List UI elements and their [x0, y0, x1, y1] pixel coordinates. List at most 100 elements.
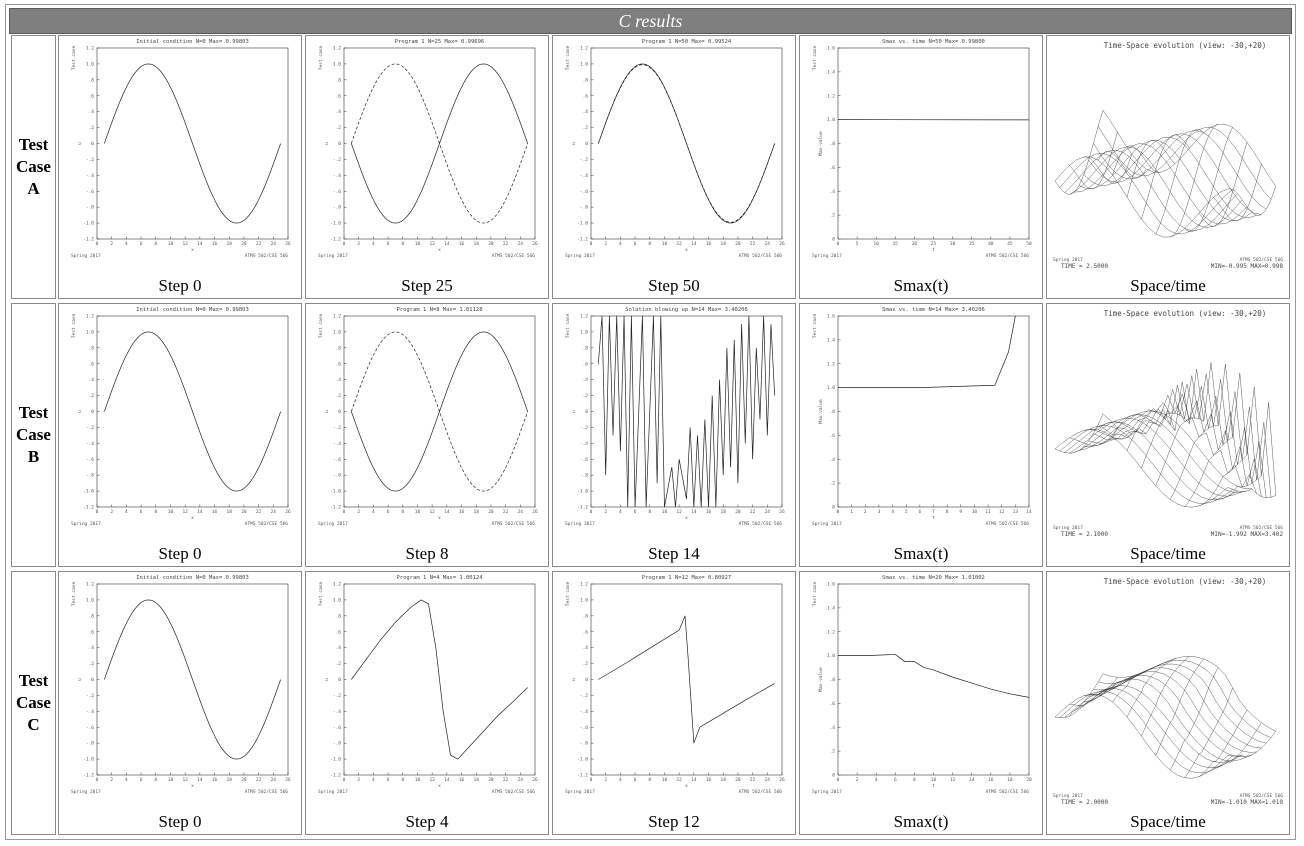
- plot-title: Program 1 N=8 Max= 1.01128: [396, 307, 482, 313]
- x-tick-label: 5: [905, 509, 908, 515]
- y-tick-label: .4: [89, 109, 95, 115]
- surface-space-line: [1155, 417, 1204, 486]
- y-tick-label: -1.0: [83, 757, 94, 763]
- y-axis-label: u: [325, 410, 330, 413]
- plot-title: Time-Space evolution (view: -30,+20): [1104, 41, 1267, 50]
- x-tick-label: 16: [212, 241, 218, 247]
- plot-caption: Step 50: [648, 276, 700, 295]
- y-tick-label: 1.4: [827, 69, 835, 75]
- surface-plot-cell: Time-Space evolution (view: -30,+20) TIME…: [1046, 571, 1290, 835]
- y-tick-label: .4: [336, 109, 342, 115]
- series-line: [351, 331, 528, 492]
- plot-frame: [837, 583, 1030, 776]
- x-tick-label: 18: [721, 777, 727, 783]
- y-axis-label: u: [78, 410, 83, 413]
- y-tick-label: -.2: [580, 157, 588, 163]
- y-tick-label: 1.0: [827, 385, 835, 391]
- plot-caption: Smax(t): [893, 812, 949, 831]
- x-axis-label: x: [685, 784, 688, 789]
- x-tick-label: 6: [918, 509, 921, 515]
- line-plot-cell: Initial condition N=0 Max= 0.99803 0 2 4 6 8 1…: [58, 35, 302, 299]
- plot-title: Time-Space evolution (view: -30,+20): [1104, 309, 1267, 318]
- x-axis-label: x: [191, 516, 194, 521]
- surface-time-line: [1059, 153, 1233, 235]
- surface-space-line: [1069, 677, 1118, 707]
- y-tick-label: .4: [583, 109, 589, 115]
- y-axis-top-label: Test case: [812, 582, 818, 607]
- x-tick-label: 20: [241, 777, 247, 783]
- x-tick-label: 18: [474, 509, 480, 515]
- x-tick-label: 2: [856, 777, 859, 783]
- x-tick-label: 20: [912, 241, 918, 247]
- x-tick-label: 18: [721, 241, 727, 247]
- x-tick-label: 2: [357, 509, 360, 515]
- y-tick-label: -.8: [333, 205, 341, 211]
- x-tick-label: 16: [459, 241, 465, 247]
- y-tick-label: -.6: [333, 725, 341, 731]
- x-tick-label: 26: [779, 241, 785, 247]
- x-tick-label: 10: [662, 777, 668, 783]
- x-tick-label: 22: [503, 509, 509, 515]
- surface-wireframe: [1054, 110, 1276, 238]
- y-tick-label: -.2: [333, 693, 341, 699]
- footer-right-text: ATMS 502/CSE 566: [986, 521, 1030, 527]
- surface-time-line: [1069, 685, 1243, 763]
- series-line: [104, 63, 281, 224]
- x-tick-label: 16: [706, 241, 712, 247]
- time-text: TIME = 2.5000: [1061, 263, 1108, 270]
- y-tick-label: 1.4: [827, 605, 835, 611]
- x-tick-label: 0: [96, 777, 99, 783]
- series-line: [598, 64, 775, 223]
- x-tick-label: 8: [401, 777, 404, 783]
- y-tick-label: 1.0: [86, 329, 94, 335]
- surface-time-line: [1054, 428, 1228, 508]
- row-label-a: Test Case A: [11, 35, 56, 299]
- x-tick-label: 3: [878, 509, 881, 515]
- plot-svg: Smax vs. time N=20 Max= 1.01002 0 2 4 6 8 10 12…: [812, 575, 1032, 795]
- x-tick-label: 2: [357, 777, 360, 783]
- x-tick-label: 6: [387, 777, 390, 783]
- plot-caption: Step 0: [158, 544, 202, 563]
- x-tick-label: 4: [125, 241, 128, 247]
- plot-title: Smax vs. time N=20 Max= 1.01002: [882, 575, 985, 581]
- y-tick-label: .8: [830, 141, 836, 147]
- x-tick-label: 8: [648, 241, 651, 247]
- series-line: [838, 316, 1016, 388]
- y-axis-label: Max value: [818, 399, 824, 424]
- y-tick-label: .8: [336, 613, 342, 619]
- y-tick-label: -.8: [580, 741, 588, 747]
- line-plot-cell: Solution blowing up N=14 Max= 3.40206 0 2 4…: [552, 303, 796, 567]
- x-tick-label: 8: [154, 509, 157, 515]
- x-tick-label: 0: [837, 509, 840, 515]
- y-tick-label: -.8: [333, 741, 341, 747]
- plot-caption: Step 8: [405, 544, 449, 563]
- plot-frame: [590, 583, 783, 776]
- x-tick-label: 6: [634, 777, 637, 783]
- y-tick-label: 1.2: [86, 46, 94, 52]
- time-text: TIME = 2.1000: [1061, 531, 1108, 538]
- x-tick-label: 24: [518, 509, 524, 515]
- line-plot-cell: Program 1 N=12 Max= 0.80927 0 2 4 6 8 10 12 14 16…: [552, 571, 796, 835]
- y-tick-label: .6: [830, 433, 836, 439]
- surface-space-line: [1227, 731, 1276, 758]
- y-tick-label: .2: [336, 393, 342, 399]
- plot-title: Initial condition N=0 Max= 0.99803: [136, 307, 249, 313]
- y-tick-label: .2: [583, 393, 589, 399]
- x-tick-label: 0: [343, 509, 346, 515]
- line-plot-cell: Program 1 N=4 Max= 1.00124 0 2 4 6 8 10 12 14 16 1…: [305, 571, 549, 835]
- y-tick-label: .4: [336, 645, 342, 651]
- surface-space-line: [1198, 709, 1248, 777]
- plot-caption: Smax(t): [893, 544, 949, 563]
- footer-left-text: Spring 2017: [71, 789, 101, 795]
- x-tick-label: 20: [241, 509, 247, 515]
- plot-title: Initial condition N=0 Max= 0.99803: [136, 575, 249, 581]
- x-tick-label: 14: [1026, 509, 1032, 515]
- row-label-b: Test Case B: [11, 303, 56, 567]
- x-axis-label: t: [932, 783, 935, 789]
- plot-caption: Space/time: [1130, 276, 1206, 295]
- y-axis-top-label: Test case: [318, 582, 324, 607]
- x-tick-label: 24: [765, 509, 771, 515]
- y-tick-label: .8: [89, 77, 95, 83]
- x-tick-label: 0: [590, 509, 593, 515]
- x-tick-label: 12: [182, 509, 188, 515]
